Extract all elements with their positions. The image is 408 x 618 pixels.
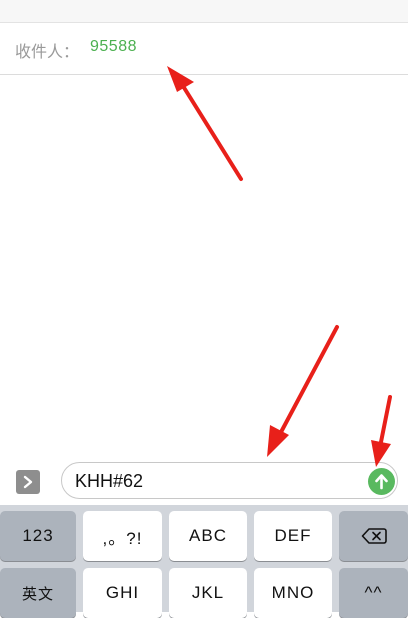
recipient-label: 收件人： — [15, 42, 80, 61]
message-input[interactable]: KHH#62 — [61, 462, 398, 499]
key-jkl[interactable]: JKL — [169, 568, 247, 618]
backspace-icon — [361, 528, 387, 544]
composer-bar: KHH#62 — [0, 453, 408, 505]
arrow-up-icon — [375, 474, 388, 490]
key-abc[interactable]: ABC — [169, 511, 247, 561]
message-input-text: KHH#62 — [75, 471, 144, 491]
key-mno[interactable]: MNO — [254, 568, 332, 618]
recipient-row[interactable]: 收件人： 95588 — [0, 23, 408, 75]
chevron-right-icon — [23, 475, 33, 489]
send-button[interactable] — [368, 468, 395, 495]
key-ghi[interactable]: GHI — [83, 568, 162, 618]
key-def[interactable]: DEF — [254, 511, 332, 561]
key-numbers[interactable]: 123 — [0, 511, 76, 561]
recipient-number[interactable]: 95588 — [90, 38, 137, 56]
key-punctuation[interactable]: ,。?! — [83, 511, 162, 561]
key-emoticon[interactable]: ^^ — [339, 568, 408, 618]
keyboard: 123 ,。?! ABC DEF 英文 GHI JKL MNO ^^ — [0, 505, 408, 618]
key-english[interactable]: 英文 — [0, 568, 76, 618]
expand-button[interactable] — [16, 470, 40, 494]
message-thread — [0, 75, 408, 453]
key-backspace[interactable] — [339, 511, 408, 561]
top-bar — [0, 0, 408, 23]
